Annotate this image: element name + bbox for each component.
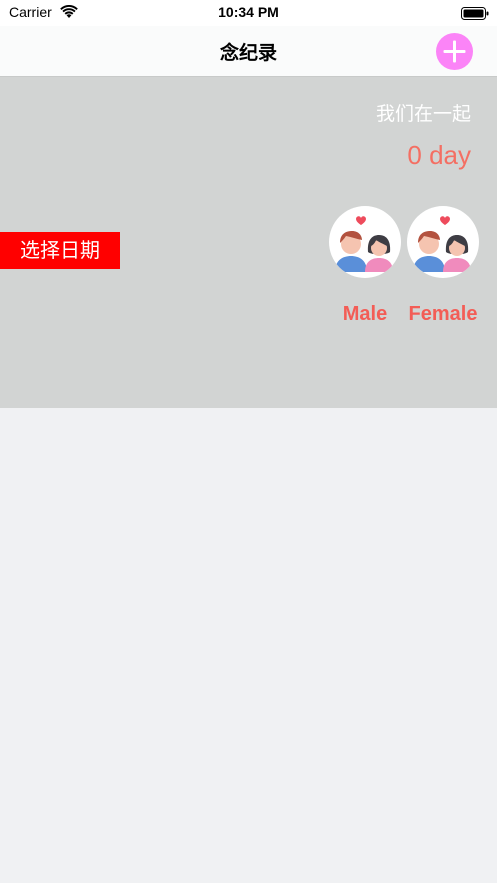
clock-time: 10:34 PM [218,4,279,20]
content-area [0,408,497,883]
female-avatar[interactable] [407,206,479,278]
navigation-bar: 念纪录 [0,26,497,77]
male-label[interactable]: Male [329,303,401,326]
couple-heart-icon [413,216,471,272]
anniversary-header: 我们在一起 0 day 选择日期 Male Female [0,77,497,408]
couple-heart-icon [335,216,393,272]
days-count: 0 day [407,140,471,170]
male-avatar[interactable] [329,206,401,278]
battery-icon [461,5,489,20]
add-button[interactable] [436,33,473,70]
status-bar: Carrier 10:34 PM [0,0,497,26]
together-label: 我们在一起 [375,103,471,125]
app-screen: Carrier 10:34 PM 念纪录 我们在一起 0 day 选择日期 Ma… [0,0,497,883]
female-label[interactable]: Female [403,303,483,326]
nav-title: 念纪录 [219,42,277,64]
select-date-button[interactable]: 选择日期 [0,232,120,269]
plus-icon [443,40,466,63]
